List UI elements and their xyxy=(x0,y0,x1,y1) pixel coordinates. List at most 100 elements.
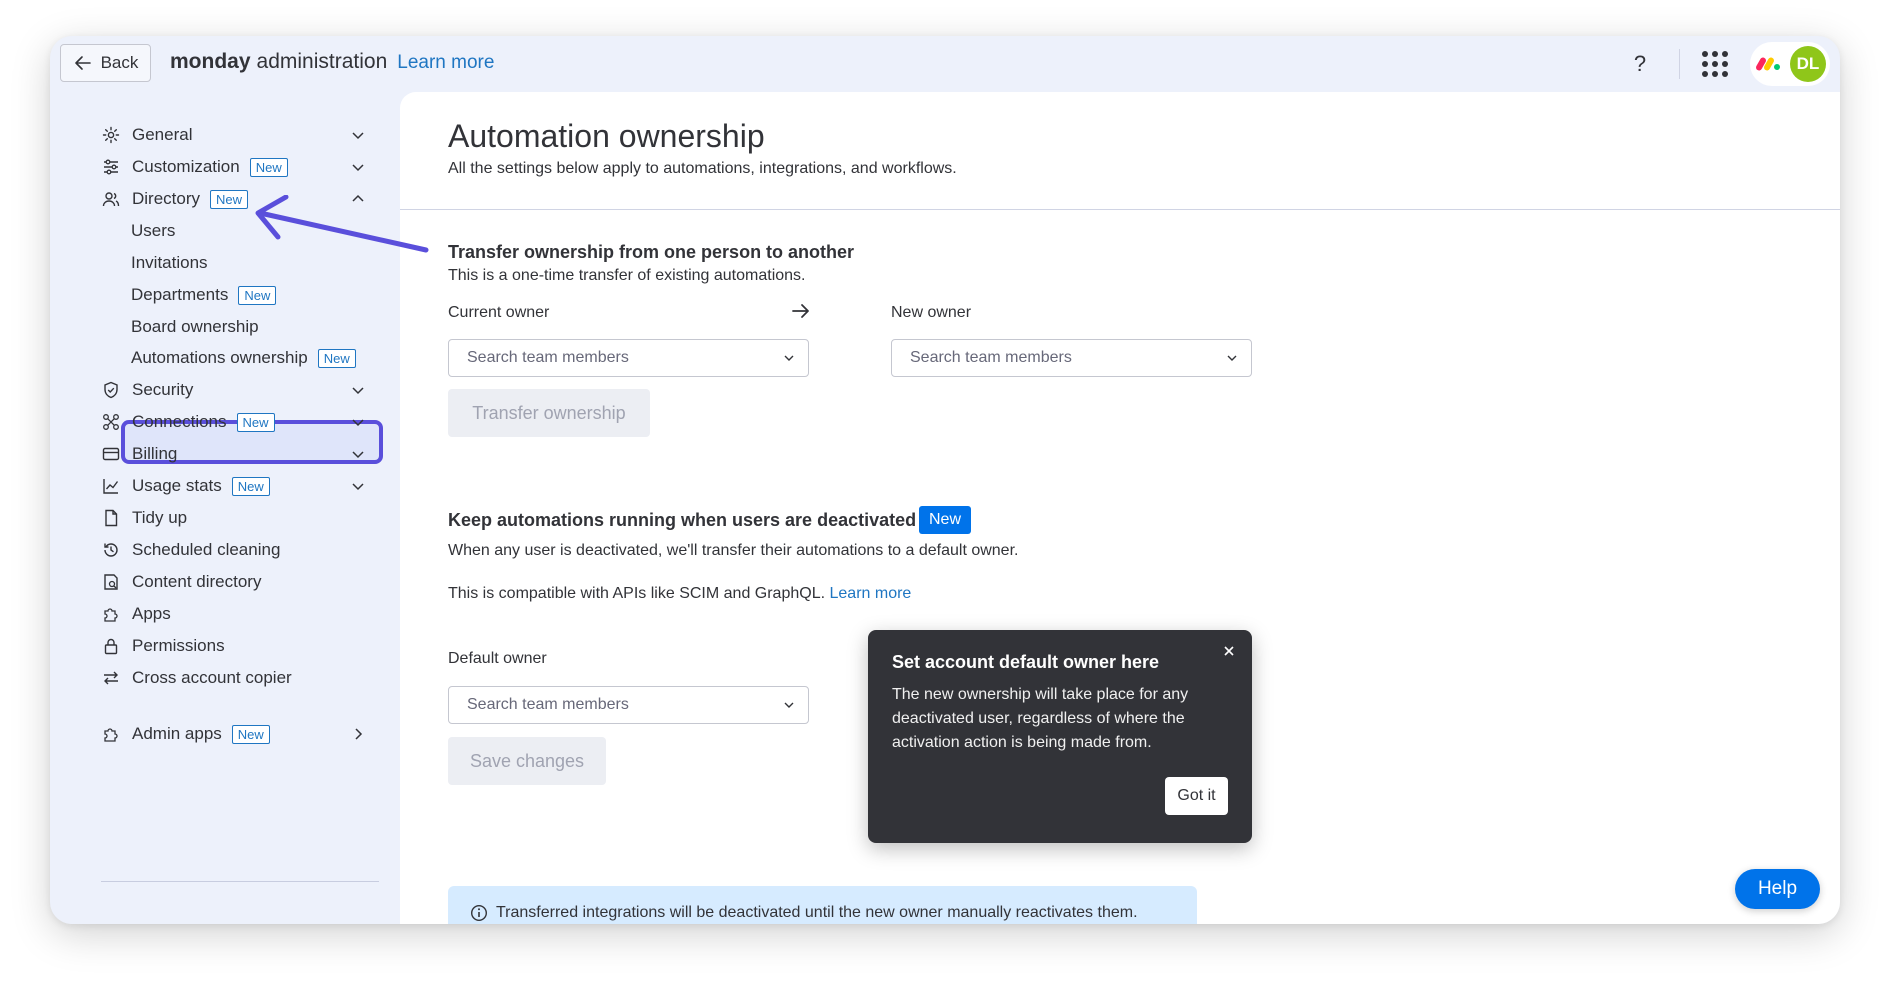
arrow-right-icon xyxy=(792,304,809,318)
sidebar-item-label: Content directory xyxy=(132,572,262,591)
chart-icon xyxy=(102,477,120,495)
sidebar-subitem-label: Users xyxy=(131,221,176,240)
sidebar-item-label: Tidy up xyxy=(132,508,188,527)
onboarding-tooltip: Set account default owner here The new o… xyxy=(868,630,1252,843)
chevron-down-icon[interactable] xyxy=(350,478,366,494)
help-button[interactable]: Help xyxy=(1735,869,1820,909)
sidebar-item-security[interactable]: Security xyxy=(102,375,193,405)
sidebar-subitem-departments[interactable]: Departments New xyxy=(131,280,277,310)
default-owner-label: Default owner xyxy=(448,650,547,667)
learn-more-link[interactable]: Learn more xyxy=(397,52,494,74)
content-icon xyxy=(102,573,120,591)
sidebar-subitem-users[interactable]: Users xyxy=(131,216,175,246)
brand-section: administration xyxy=(256,50,388,73)
sidebar-item-label: Connections xyxy=(132,412,227,431)
sidebar-item-permissions[interactable]: Permissions xyxy=(102,631,225,661)
sidebar-item-general[interactable]: General xyxy=(102,120,192,150)
sidebar-item-apps[interactable]: Apps xyxy=(102,599,171,629)
default-owner-select[interactable]: Search team members xyxy=(448,686,809,724)
compatibility-text: This is compatible with APIs like SCIM a… xyxy=(448,585,911,603)
sidebar-subitem-label: Automations ownership xyxy=(131,348,308,367)
info-icon xyxy=(470,904,488,921)
got-it-button[interactable]: Got it xyxy=(1165,777,1228,815)
sliders-icon xyxy=(102,158,120,176)
sidebar-item-usage-stats[interactable]: Usage stats New xyxy=(102,471,270,501)
current-owner-select[interactable]: Search team members xyxy=(448,339,809,377)
sidebar-item-label: Billing xyxy=(132,444,178,463)
info-banner: Transferred integrations will be deactiv… xyxy=(448,886,1197,924)
connections-icon xyxy=(102,413,120,431)
sidebar-item-content-directory[interactable]: Content directory xyxy=(102,567,261,597)
app-window: Back monday administration Learn more ? … xyxy=(50,36,1840,924)
divider xyxy=(1679,49,1680,79)
sidebar-item-label: Apps xyxy=(132,604,171,623)
puzzle-icon xyxy=(102,605,120,623)
info-banner-text: Transferred integrations will be deactiv… xyxy=(496,903,1138,921)
arrow-left-icon xyxy=(74,56,91,70)
shield-icon xyxy=(102,381,120,399)
help-question-icon[interactable]: ? xyxy=(1625,49,1655,79)
account-menu[interactable]: DL xyxy=(1750,42,1830,86)
sidebar-subitem-invitations[interactable]: Invitations xyxy=(131,248,208,278)
sidebar-subitem-board-ownership[interactable]: Board ownership xyxy=(131,312,259,342)
swap-icon xyxy=(102,669,120,687)
apps-grid-icon[interactable] xyxy=(1702,51,1728,77)
lock-icon xyxy=(102,637,120,655)
chevron-down-icon[interactable] xyxy=(350,382,366,398)
back-button[interactable]: Back xyxy=(60,44,151,82)
sidebar-item-label: Security xyxy=(132,380,194,399)
sidebar-item-label: Scheduled cleaning xyxy=(132,540,281,559)
chevron-right-icon[interactable] xyxy=(350,726,366,742)
sidebar-item-cross-account-copier[interactable]: Cross account copier xyxy=(102,663,292,693)
keep-section-text: When any user is deactivated, we'll tran… xyxy=(448,542,1019,559)
compatibility-label: This is compatible with APIs like SCIM a… xyxy=(448,585,826,602)
sidebar-item-label: Permissions xyxy=(132,636,225,655)
app-title: monday administration Learn more xyxy=(170,50,494,74)
sidebar-item-customization[interactable]: Customization New xyxy=(102,152,288,182)
new-owner-label: New owner xyxy=(891,304,972,321)
sidebar-subitem-label: Departments xyxy=(131,285,229,304)
top-right-actions: ? DL xyxy=(1625,42,1830,86)
new-owner-select[interactable]: Search team members xyxy=(891,339,1252,377)
new-badge: New xyxy=(919,506,972,534)
transfer-ownership-button[interactable]: Transfer ownership xyxy=(448,389,650,437)
monday-logo-icon xyxy=(1754,56,1782,72)
sidebar-item-billing[interactable]: Billing xyxy=(102,439,177,469)
back-label: Back xyxy=(100,53,139,72)
chevron-down-icon xyxy=(784,355,794,361)
save-changes-button[interactable]: Save changes xyxy=(448,737,606,785)
sidebar-item-scheduled-cleaning[interactable]: Scheduled cleaning xyxy=(102,535,280,565)
users-icon xyxy=(102,190,120,208)
transfer-section-text: This is a one-time transfer of existing … xyxy=(448,267,806,284)
sidebar-divider xyxy=(101,881,379,882)
new-badge: New xyxy=(249,157,288,177)
sidebar-item-admin-apps[interactable]: Admin apps New xyxy=(102,719,270,749)
chevron-down-icon xyxy=(1227,355,1237,361)
sidebar-item-label: Usage stats xyxy=(132,476,222,495)
sidebar-item-directory[interactable]: Directory New xyxy=(102,184,249,214)
sidebar-item-connections[interactable]: Connections New xyxy=(102,407,275,437)
new-badge: New xyxy=(210,189,249,209)
header-divider xyxy=(400,209,1840,210)
tooltip-title: Set account default owner here xyxy=(892,652,1160,672)
sidebar-item-label: Customization xyxy=(132,157,240,176)
select-placeholder: Search team members xyxy=(467,349,629,366)
chevron-down-icon[interactable] xyxy=(350,159,366,175)
chevron-down-icon[interactable] xyxy=(350,414,366,430)
chevron-down-icon[interactable] xyxy=(350,127,366,143)
page-subtitle: All the settings below apply to automati… xyxy=(448,160,957,177)
top-bar: Back monday administration Learn more ? … xyxy=(50,36,1840,92)
learn-more-link[interactable]: Learn more xyxy=(830,585,912,602)
avatar: DL xyxy=(1790,46,1826,82)
puzzle-icon xyxy=(102,725,120,743)
page-title: Automation ownership xyxy=(448,118,765,154)
close-icon[interactable] xyxy=(1222,644,1236,658)
sidebar-item-tidy-up[interactable]: Tidy up xyxy=(102,503,187,533)
sidebar-subitem-automations-ownership[interactable]: Automations ownership New xyxy=(131,343,356,373)
sidebar: General Customization New Directory New … xyxy=(65,92,408,924)
chevron-down-icon[interactable] xyxy=(350,446,366,462)
card-icon xyxy=(102,445,120,463)
sidebar-subitem-label: Invitations xyxy=(131,253,208,272)
document-icon xyxy=(102,509,120,527)
chevron-up-icon[interactable] xyxy=(350,191,366,207)
